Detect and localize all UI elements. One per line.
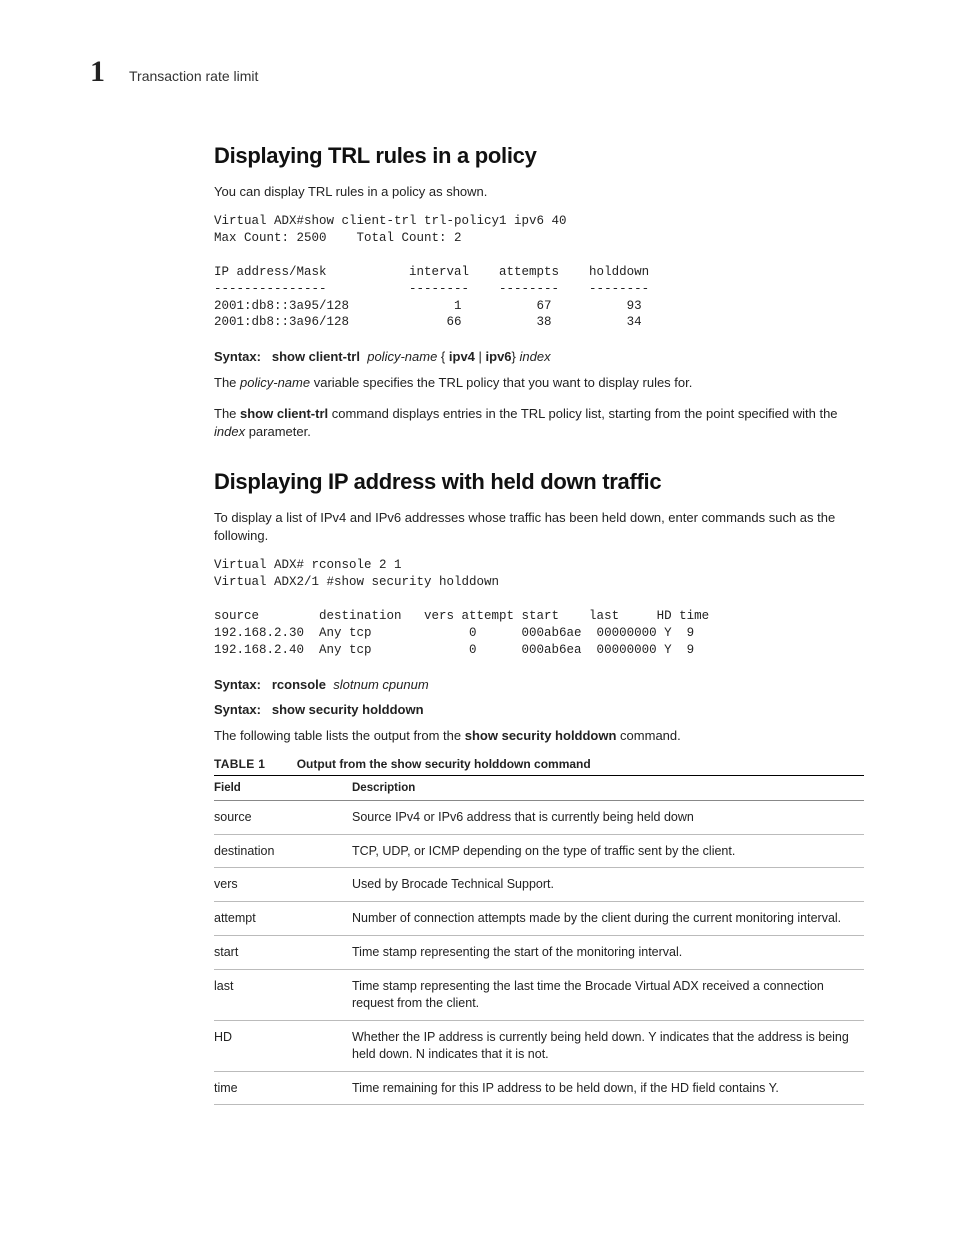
cell-description: Source IPv4 or IPv6 address that is curr… (352, 800, 864, 834)
cell-field: source (214, 800, 352, 834)
table-row: attemptNumber of connection attempts mad… (214, 902, 864, 936)
output-table: Field Description sourceSource IPv4 or I… (214, 775, 864, 1106)
syntax-opt-ipv4: ipv4 (449, 349, 475, 364)
page: 1 Transaction rate limit Displaying TRL … (0, 0, 954, 1165)
brace-open: { (437, 349, 449, 364)
th-description: Description (352, 775, 864, 800)
table-title: Output from the show security holddown c… (297, 757, 591, 771)
syntax-arg-policyname: policy-name (367, 349, 437, 364)
chapter-title: Transaction rate limit (129, 68, 258, 84)
table-header-row: Field Description (214, 775, 864, 800)
syntax-label: Syntax: (214, 677, 261, 692)
table-row: destinationTCP, UDP, or ICMP depending o… (214, 834, 864, 868)
syntax-arg-index: index (520, 349, 551, 364)
section2-syntax2: Syntax: show security holddown (214, 702, 864, 717)
brace-close: } (512, 349, 520, 364)
section1-syntax: Syntax: show client-trl policy-name { ip… (214, 349, 864, 364)
section2-syntax1: Syntax: rconsole slotnum cpunum (214, 677, 864, 692)
page-header: 1 Transaction rate limit (90, 55, 864, 89)
syntax-cmd-rconsole: rconsole (272, 677, 326, 692)
section-heading-held-down: Displaying IP address with held down tra… (214, 469, 864, 495)
text: command. (616, 728, 680, 743)
cell-description: Used by Brocade Technical Support. (352, 868, 864, 902)
var-policyname: policy-name (240, 375, 310, 390)
content-area: Displaying TRL rules in a policy You can… (214, 143, 864, 1105)
section1-p1: The policy-name variable specifies the T… (214, 374, 864, 392)
cell-description: Time stamp representing the last time th… (352, 970, 864, 1021)
table-row: HDWhether the IP address is currently be… (214, 1020, 864, 1071)
text: The (214, 375, 240, 390)
section1-code-block: Virtual ADX#show client-trl trl-policy1 … (214, 213, 864, 331)
cell-field: time (214, 1071, 352, 1105)
syntax-label: Syntax: (214, 349, 261, 364)
table-row: versUsed by Brocade Technical Support. (214, 868, 864, 902)
syntax-cmd-show-security-holddown: show security holddown (272, 702, 424, 717)
syntax-args-slot-cpu: slotnum cpunum (333, 677, 428, 692)
cell-field: start (214, 936, 352, 970)
section2-p1: The following table lists the output fro… (214, 727, 864, 745)
chapter-number: 1 (90, 55, 105, 89)
section2-code-block: Virtual ADX# rconsole 2 1 Virtual ADX2/1… (214, 557, 864, 658)
cell-description: Time remaining for this IP address to be… (352, 1071, 864, 1105)
section1-p2: The show client-trl command displays ent… (214, 405, 864, 441)
cmd-show-security-holddown: show security holddown (465, 728, 617, 743)
syntax-cmd: show client-trl (272, 349, 360, 364)
text: parameter. (245, 424, 311, 439)
section2-intro: To display a list of IPv4 and IPv6 addre… (214, 509, 864, 545)
text: command displays entries in the TRL poli… (328, 406, 837, 421)
text: The (214, 406, 240, 421)
table-row: sourceSource IPv4 or IPv6 address that i… (214, 800, 864, 834)
table-row: startTime stamp representing the start o… (214, 936, 864, 970)
text: The following table lists the output fro… (214, 728, 465, 743)
table-row: timeTime remaining for this IP address t… (214, 1071, 864, 1105)
syntax-label: Syntax: (214, 702, 261, 717)
table-row: lastTime stamp representing the last tim… (214, 970, 864, 1021)
table-label: TABLE 1 (214, 757, 265, 771)
cell-field: attempt (214, 902, 352, 936)
section1-intro: You can display TRL rules in a policy as… (214, 183, 864, 201)
table-caption: TABLE 1 Output from the show security ho… (214, 757, 864, 771)
cell-description: Whether the IP address is currently bein… (352, 1020, 864, 1071)
cell-description: Time stamp representing the start of the… (352, 936, 864, 970)
cell-field: last (214, 970, 352, 1021)
text: variable specifies the TRL policy that y… (310, 375, 692, 390)
cell-field: HD (214, 1020, 352, 1071)
cell-description: TCP, UDP, or ICMP depending on the type … (352, 834, 864, 868)
var-index: index (214, 424, 245, 439)
cmd-show-client-trl: show client-trl (240, 406, 328, 421)
pipe: | (475, 349, 486, 364)
syntax-opt-ipv6: ipv6 (486, 349, 512, 364)
cell-description: Number of connection attempts made by th… (352, 902, 864, 936)
th-field: Field (214, 775, 352, 800)
section-heading-trl-rules: Displaying TRL rules in a policy (214, 143, 864, 169)
cell-field: destination (214, 834, 352, 868)
cell-field: vers (214, 868, 352, 902)
